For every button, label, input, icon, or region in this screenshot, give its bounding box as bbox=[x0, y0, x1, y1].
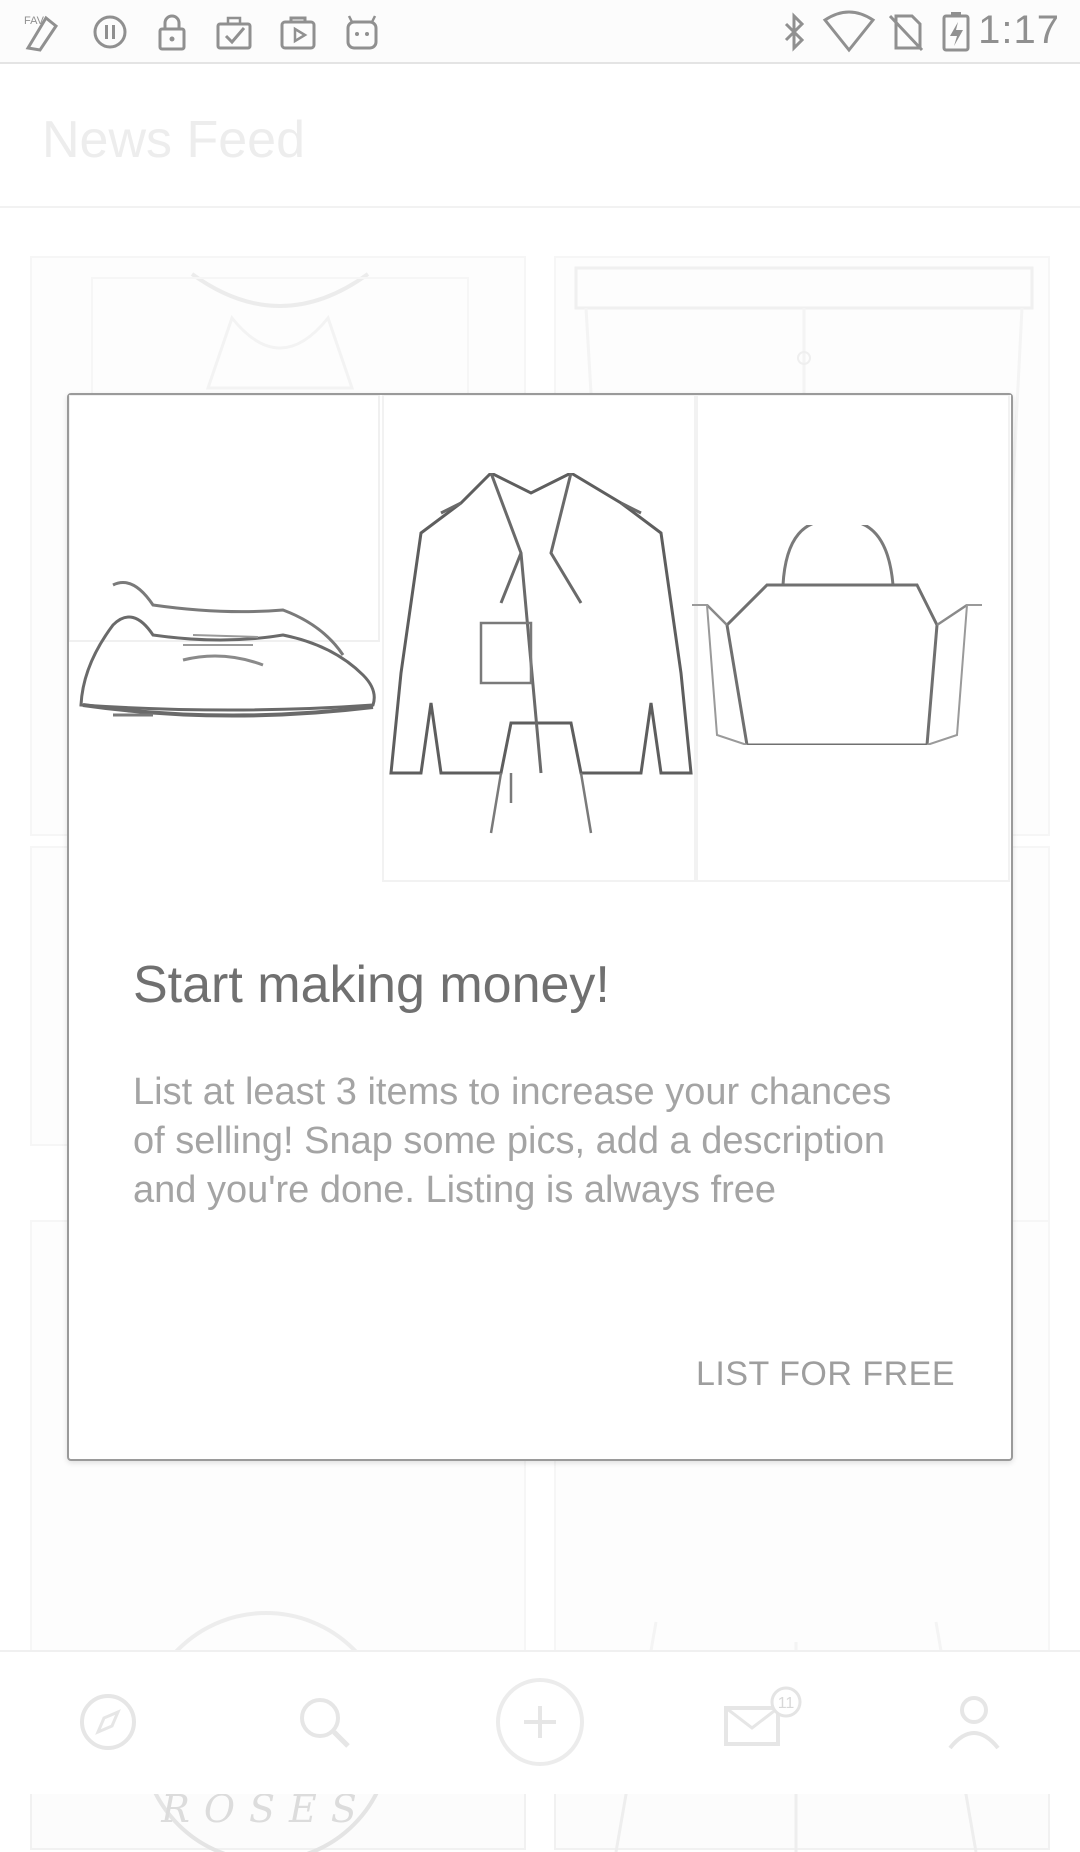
leather-jacket-icon bbox=[389, 473, 693, 834]
start-selling-dialog: Start making money! List at least 3 item… bbox=[67, 393, 1013, 1461]
list-for-free-button[interactable]: LIST FOR FREE bbox=[696, 1355, 955, 1394]
dialog-body: List at least 3 items to increase your c… bbox=[133, 1071, 892, 1211]
bottom-navigation: 11 bbox=[0, 1650, 1080, 1794]
messages-icon[interactable]: 11 bbox=[712, 1682, 812, 1762]
dialog-hero-image bbox=[69, 395, 1011, 885]
profile-icon[interactable] bbox=[934, 1682, 1014, 1762]
handbag-icon bbox=[692, 525, 982, 745]
sneakers-icon bbox=[79, 581, 376, 718]
compass-icon[interactable] bbox=[68, 1682, 148, 1762]
add-listing-icon[interactable] bbox=[494, 1676, 586, 1768]
search-icon[interactable] bbox=[284, 1682, 364, 1762]
messages-badge: 11 bbox=[778, 1695, 795, 1712]
dialog-title: Start making money! bbox=[133, 956, 610, 1014]
